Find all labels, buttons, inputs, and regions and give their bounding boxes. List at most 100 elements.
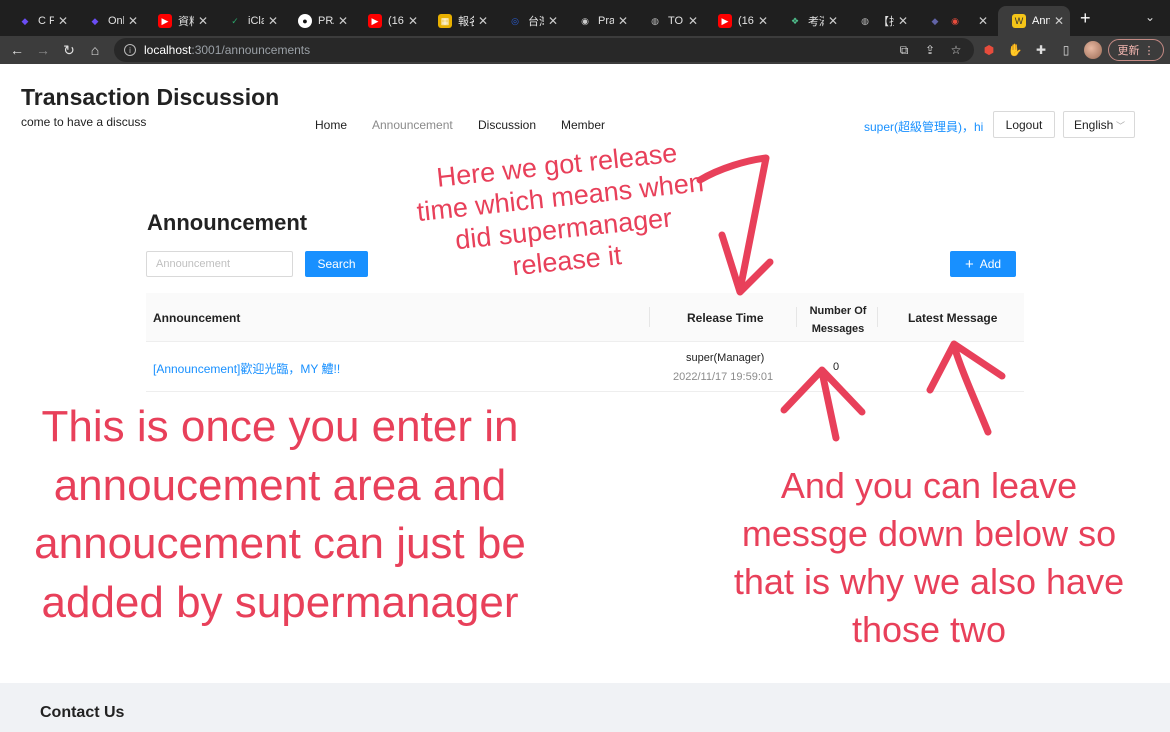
- close-icon[interactable]: ✕: [128, 14, 138, 28]
- browser-tab[interactable]: ✓ iCla ✕: [214, 6, 284, 36]
- close-icon[interactable]: ✕: [898, 14, 908, 28]
- column-latest-message: Latest Message: [908, 311, 998, 325]
- tab-title: Onli: [108, 15, 124, 27]
- tab-title: PRA: [318, 15, 334, 27]
- close-icon[interactable]: ✕: [198, 14, 208, 28]
- tab-title: iCla: [248, 15, 264, 27]
- close-icon[interactable]: ✕: [828, 14, 838, 28]
- more-icon: ⋮: [1143, 44, 1155, 57]
- browser-tab[interactable]: ▶ 資料 ✕: [144, 6, 214, 36]
- browser-tab[interactable]: ◎ 台灣 ✕: [494, 6, 564, 36]
- close-icon[interactable]: ✕: [1054, 14, 1064, 28]
- youtube-icon: ▶: [158, 14, 172, 28]
- search-button[interactable]: Search: [305, 251, 368, 277]
- browser-tab[interactable]: ▦ 報名 ✕: [424, 6, 494, 36]
- tab-title: Ann: [1032, 15, 1050, 27]
- browser-tab-active[interactable]: W Ann ✕: [998, 6, 1070, 36]
- announcement-link[interactable]: [Announcement]歡迎光臨，MY 鱧!!: [153, 360, 340, 377]
- table-row[interactable]: [Announcement]歡迎光臨，MY 鱧!! super(Manager)…: [146, 342, 1024, 392]
- browser-tab[interactable]: ◍ TOE ✕: [634, 6, 704, 36]
- extensions-icon[interactable]: ✚: [1034, 43, 1048, 57]
- tab-title: C Pr: [38, 15, 54, 27]
- prisma-icon: ◆: [91, 15, 99, 26]
- browser-tab[interactable]: ◍ 【找 ✕: [844, 6, 914, 36]
- tab-title: TOE: [668, 15, 684, 27]
- annotation-messages: And you can leave messge down below so t…: [733, 465, 1125, 650]
- site-title: Transaction Discussion: [21, 84, 280, 110]
- home-icon[interactable]: ⌂: [85, 40, 105, 60]
- orbit-icon: ◎: [511, 15, 519, 26]
- bookmark-star-icon[interactable]: ☆: [949, 43, 963, 57]
- chevron-down-icon: ﹀: [1115, 121, 1125, 131]
- globe-icon: ◍: [861, 15, 869, 26]
- nav-member[interactable]: Member: [561, 118, 605, 132]
- message-count: 0: [833, 361, 840, 373]
- close-icon[interactable]: ✕: [408, 14, 418, 28]
- tab-title: (16: [388, 15, 404, 27]
- address-bar[interactable]: i localhost:3001/announcements: [114, 38, 974, 62]
- close-icon[interactable]: ✕: [618, 14, 628, 28]
- browser-tab[interactable]: ◆ Onli ✕: [74, 6, 144, 36]
- adblock-icon[interactable]: ✋: [1008, 43, 1023, 57]
- column-announcement: Announcement: [153, 311, 241, 325]
- column-release-time: Release Time: [687, 311, 764, 325]
- youtube-icon: ▶: [718, 14, 732, 28]
- tab-search-icon[interactable]: ⌄: [1145, 10, 1155, 24]
- browser-tab[interactable]: ▶ (16 ✕: [354, 6, 424, 36]
- search-input[interactable]: [146, 251, 293, 277]
- new-tab-button[interactable]: +: [1080, 8, 1091, 29]
- profile-avatar[interactable]: [1084, 41, 1102, 59]
- user-greeting[interactable]: super(超級管理員)，hi: [864, 118, 983, 135]
- teams-icon: ◆: [931, 15, 939, 26]
- close-icon[interactable]: ✕: [338, 14, 348, 28]
- tab-title: 資料: [178, 16, 194, 28]
- release-time: 2022/11/17 19:59:01: [673, 371, 774, 383]
- ublock-icon[interactable]: ⬢: [982, 43, 996, 57]
- back-icon[interactable]: ←: [7, 40, 27, 60]
- tab-title: (16: [738, 15, 754, 27]
- nav-discussion[interactable]: Discussion: [478, 118, 536, 132]
- add-button[interactable]: + Add: [950, 251, 1016, 277]
- close-icon[interactable]: ✕: [268, 14, 278, 28]
- column-divider: [877, 307, 878, 327]
- tab-title: Prac: [598, 15, 614, 27]
- close-icon[interactable]: ✕: [478, 14, 488, 28]
- reload-icon[interactable]: ↻: [59, 40, 79, 60]
- annotation-announcement-area: This is once you enter in annoucement ar…: [34, 402, 526, 627]
- browser-tab[interactable]: ◉ Prac ✕: [564, 6, 634, 36]
- sidepanel-icon[interactable]: ▯: [1059, 43, 1073, 57]
- plus-icon: +: [964, 255, 974, 273]
- browser-tab[interactable]: ▶ (16 ✕: [704, 6, 774, 36]
- close-icon[interactable]: ✕: [978, 14, 988, 28]
- language-select[interactable]: English ﹀: [1063, 111, 1135, 138]
- column-divider: [649, 307, 650, 327]
- footer: Contact Us: [0, 683, 1170, 732]
- youtube-icon: ▶: [368, 14, 382, 28]
- browser-tab[interactable]: ● PRA ✕: [284, 6, 354, 36]
- prisma-icon: ◆: [21, 15, 29, 26]
- update-button[interactable]: 更新 ⋮: [1108, 39, 1164, 61]
- translate-icon[interactable]: ⧉: [897, 43, 911, 57]
- info-icon[interactable]: i: [124, 44, 136, 56]
- browser-tab[interactable]: ◆ C Pr ✕: [4, 6, 74, 36]
- site-icon: W: [1012, 14, 1026, 28]
- nav-home[interactable]: Home: [315, 118, 347, 132]
- site-subtitle: come to have a discuss: [21, 115, 147, 129]
- close-icon[interactable]: ✕: [58, 14, 68, 28]
- close-icon[interactable]: ✕: [548, 14, 558, 28]
- logout-button[interactable]: Logout: [993, 111, 1055, 138]
- browser-tab[interactable]: ❖ 考滿 ✕: [774, 6, 844, 36]
- share-icon[interactable]: ⇪: [923, 43, 937, 57]
- nav-announcement[interactable]: Announcement: [372, 118, 453, 132]
- browser-toolbar: ← → ↻ ⌂ i localhost:3001/announcements ⧉…: [0, 36, 1170, 64]
- tab-title: 報名: [458, 16, 474, 28]
- page-title: Announcement: [147, 210, 308, 235]
- browser-tab[interactable]: ◆ ◉ ✕: [914, 6, 994, 36]
- table-header: Announcement Release Time Number Of Mess…: [146, 293, 1024, 342]
- footer-title: Contact Us: [40, 704, 125, 721]
- image-icon: ▦: [438, 14, 452, 28]
- close-icon[interactable]: ✕: [688, 14, 698, 28]
- forward-icon[interactable]: →: [33, 40, 53, 60]
- column-number-of-messages: Number Of Messages: [809, 305, 867, 335]
- close-icon[interactable]: ✕: [758, 14, 768, 28]
